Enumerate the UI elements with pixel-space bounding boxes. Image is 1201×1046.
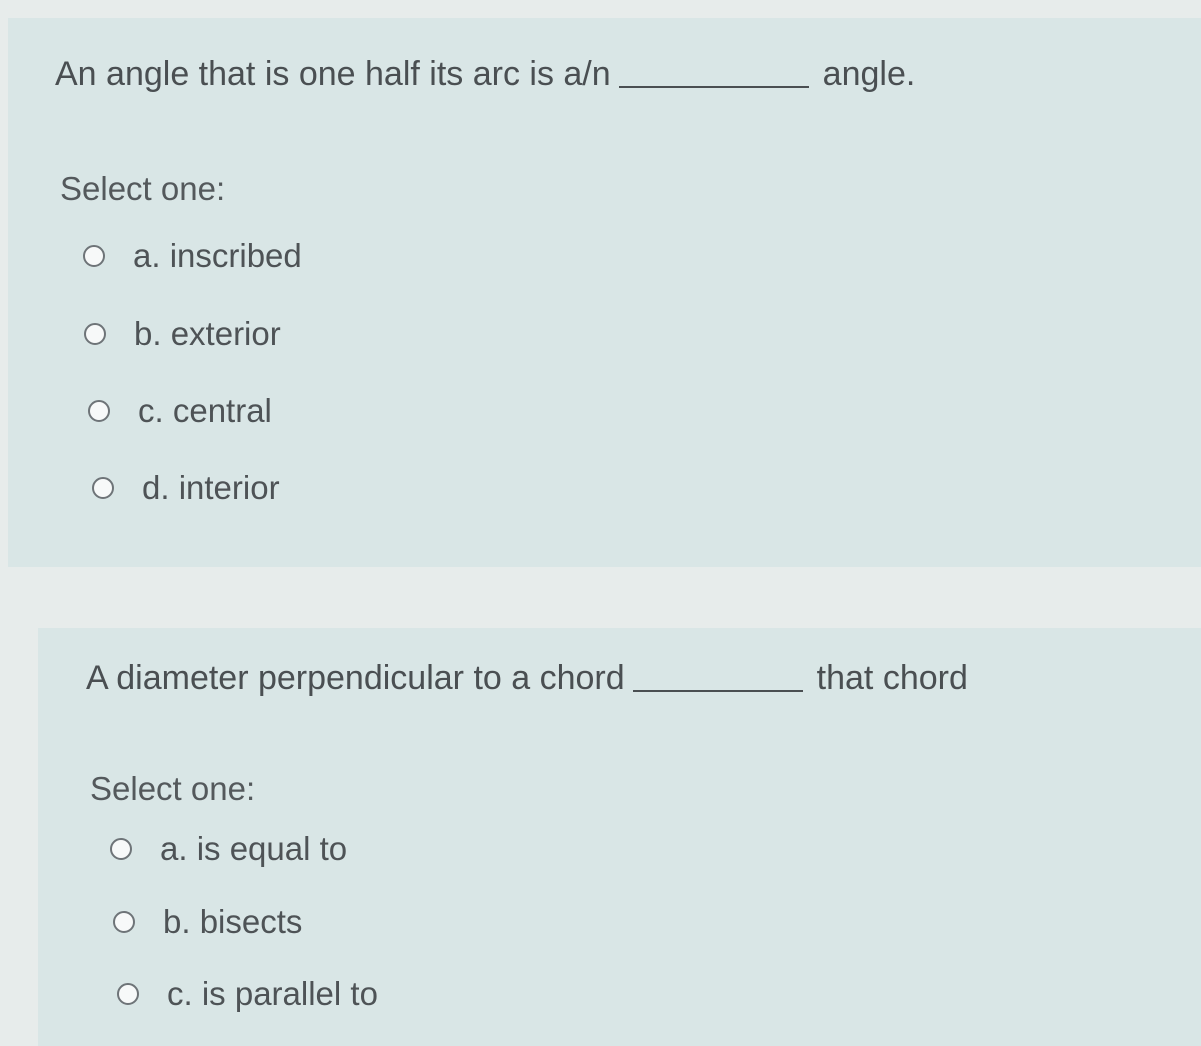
question-1-prompt-after: angle.: [822, 55, 916, 93]
radio-button-icon[interactable]: [113, 911, 135, 933]
option-label: c. central: [138, 392, 272, 429]
radio-button-icon[interactable]: [83, 245, 105, 267]
question-1-prompt-before: An angle that is one half its arc is a/n: [55, 55, 611, 93]
question-2-select-one-label: Select one:: [90, 770, 256, 807]
question-2-prompt-after: that chord: [816, 659, 968, 697]
question-2-option-c[interactable]: c. is parallel to: [117, 975, 378, 1013]
option-label: d. interior: [142, 469, 280, 506]
radio-button-icon[interactable]: [110, 838, 132, 860]
question-2-option-a[interactable]: a. is equal to: [110, 830, 347, 868]
question-2-prompt-before: A diameter perpendicular to a chord: [86, 659, 625, 697]
question-1-blank: [618, 86, 809, 88]
radio-button-icon[interactable]: [84, 323, 106, 345]
radio-button-icon[interactable]: [92, 477, 114, 499]
question-2-prompt: A diameter perpendicular to a chord that…: [86, 659, 968, 698]
option-label: b. exterior: [134, 315, 281, 352]
radio-button-icon[interactable]: [88, 400, 110, 422]
radio-button-icon[interactable]: [117, 983, 139, 1005]
question-1-option-a[interactable]: a. inscribed: [83, 237, 302, 275]
question-2-option-b[interactable]: b. bisects: [113, 903, 302, 941]
option-label: b. bisects: [163, 903, 303, 940]
option-label: c. is parallel to: [167, 975, 378, 1012]
question-1-prompt: An angle that is one half its arc is a/n…: [55, 55, 915, 94]
question-2-blank: [632, 690, 803, 692]
question-1-select-one-label: Select one:: [60, 170, 226, 207]
question-1-option-d[interactable]: d. interior: [92, 469, 280, 507]
option-label: a. inscribed: [133, 237, 302, 274]
option-label: a. is equal to: [160, 830, 348, 867]
question-1-option-c[interactable]: c. central: [88, 392, 272, 430]
question-1-option-b[interactable]: b. exterior: [84, 315, 281, 353]
